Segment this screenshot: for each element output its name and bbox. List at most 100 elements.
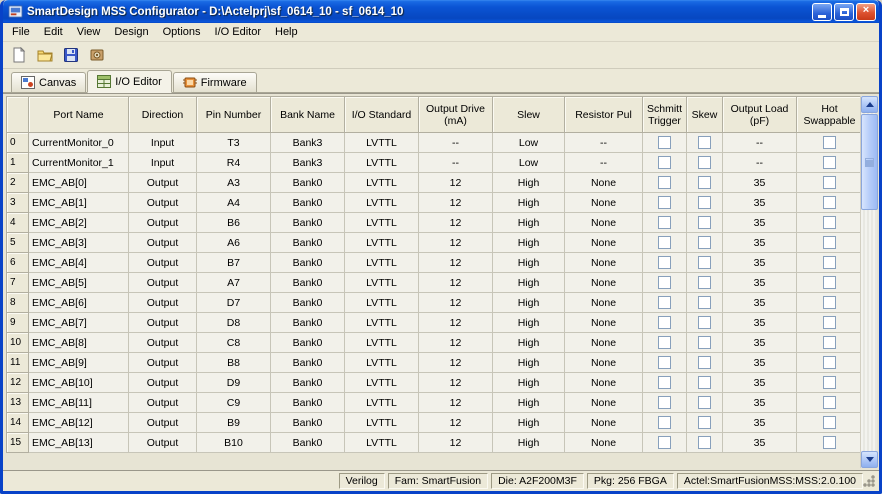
resize-grip[interactable] (863, 475, 875, 487)
cell-resistor[interactable]: None (564, 232, 643, 253)
cell-port[interactable]: EMC_AB[8] (28, 332, 129, 353)
menu-design[interactable]: Design (107, 24, 155, 40)
hot-checkbox[interactable] (823, 296, 836, 309)
cell-bank[interactable]: Bank0 (270, 352, 345, 373)
cell-skew[interactable] (686, 372, 723, 393)
vertical-scrollbar[interactable] (860, 96, 878, 468)
menu-view[interactable]: View (70, 24, 108, 40)
cell-standard[interactable]: LVTTL (344, 252, 419, 273)
cell-bank[interactable]: Bank3 (270, 132, 345, 153)
cell-hot[interactable] (796, 132, 863, 153)
hot-checkbox[interactable] (823, 356, 836, 369)
cell-drive[interactable]: 12 (418, 332, 493, 353)
row-index-cell[interactable]: 11 (6, 352, 29, 373)
schmitt-checkbox[interactable] (658, 176, 671, 189)
schmitt-checkbox[interactable] (658, 156, 671, 169)
cell-direction[interactable]: Output (128, 432, 197, 453)
schmitt-checkbox[interactable] (658, 256, 671, 269)
cell-standard[interactable]: LVTTL (344, 432, 419, 453)
cell-resistor[interactable]: None (564, 392, 643, 413)
skew-checkbox[interactable] (698, 416, 711, 429)
cell-pin[interactable]: D9 (196, 372, 271, 393)
cell-schmitt[interactable] (642, 392, 687, 413)
cell-standard[interactable]: LVTTL (344, 212, 419, 233)
cell-standard[interactable]: LVTTL (344, 272, 419, 293)
skew-checkbox[interactable] (698, 356, 711, 369)
menu-edit[interactable]: Edit (37, 24, 70, 40)
scroll-down-button[interactable] (861, 451, 878, 468)
cell-standard[interactable]: LVTTL (344, 172, 419, 193)
hot-checkbox[interactable] (823, 376, 836, 389)
cell-standard[interactable]: LVTTL (344, 292, 419, 313)
open-button[interactable] (33, 44, 57, 67)
cell-skew[interactable] (686, 392, 723, 413)
hot-checkbox[interactable] (823, 136, 836, 149)
skew-checkbox[interactable] (698, 196, 711, 209)
cell-skew[interactable] (686, 352, 723, 373)
cell-resistor[interactable]: None (564, 252, 643, 273)
cell-slew[interactable]: High (492, 332, 565, 353)
cell-standard[interactable]: LVTTL (344, 412, 419, 433)
hot-checkbox[interactable] (823, 336, 836, 349)
row-index-cell[interactable]: 3 (6, 192, 29, 213)
skew-checkbox[interactable] (698, 376, 711, 389)
tab-io-editor[interactable]: I/O Editor (87, 70, 172, 93)
titlebar[interactable]: SmartDesign MSS Configurator - D:\Actelp… (3, 0, 879, 23)
cell-slew[interactable]: Low (492, 132, 565, 153)
cell-skew[interactable] (686, 312, 723, 333)
cell-load[interactable]: 35 (722, 432, 797, 453)
cell-bank[interactable]: Bank0 (270, 332, 345, 353)
cell-direction[interactable]: Output (128, 252, 197, 273)
cell-slew[interactable]: High (492, 432, 565, 453)
close-button[interactable]: × (856, 2, 876, 21)
cell-drive[interactable]: 12 (418, 392, 493, 413)
cell-standard[interactable]: LVTTL (344, 352, 419, 373)
cell-hot[interactable] (796, 192, 863, 213)
cell-port[interactable]: EMC_AB[3] (28, 232, 129, 253)
cell-port[interactable]: EMC_AB[4] (28, 252, 129, 273)
cell-slew[interactable]: High (492, 372, 565, 393)
cell-standard[interactable]: LVTTL (344, 332, 419, 353)
cell-resistor[interactable]: None (564, 412, 643, 433)
cell-direction[interactable]: Output (128, 372, 197, 393)
schmitt-checkbox[interactable] (658, 236, 671, 249)
cell-schmitt[interactable] (642, 192, 687, 213)
menu-help[interactable]: Help (268, 24, 305, 40)
cell-load[interactable]: 35 (722, 372, 797, 393)
hot-checkbox[interactable] (823, 436, 836, 449)
cell-skew[interactable] (686, 132, 723, 153)
cell-resistor[interactable]: None (564, 212, 643, 233)
menu-io-editor[interactable]: I/O Editor (208, 24, 268, 40)
new-button[interactable] (7, 44, 31, 67)
cell-drive[interactable]: 12 (418, 192, 493, 213)
scrollbar-thumb[interactable] (861, 114, 878, 210)
skew-checkbox[interactable] (698, 136, 711, 149)
hot-checkbox[interactable] (823, 396, 836, 409)
cell-hot[interactable] (796, 352, 863, 373)
cell-skew[interactable] (686, 412, 723, 433)
cell-standard[interactable]: LVTTL (344, 152, 419, 173)
cell-bank[interactable]: Bank0 (270, 412, 345, 433)
cell-hot[interactable] (796, 212, 863, 233)
row-index-cell[interactable]: 8 (6, 292, 29, 313)
hot-checkbox[interactable] (823, 216, 836, 229)
cell-bank[interactable]: Bank0 (270, 172, 345, 193)
cell-resistor[interactable]: None (564, 292, 643, 313)
cell-hot[interactable] (796, 232, 863, 253)
skew-checkbox[interactable] (698, 436, 711, 449)
cell-standard[interactable]: LVTTL (344, 312, 419, 333)
cell-direction[interactable]: Output (128, 332, 197, 353)
cell-schmitt[interactable] (642, 172, 687, 193)
cell-schmitt[interactable] (642, 272, 687, 293)
cell-load[interactable]: 35 (722, 412, 797, 433)
cell-resistor[interactable]: None (564, 172, 643, 193)
cell-slew[interactable]: High (492, 392, 565, 413)
row-index-cell[interactable]: 6 (6, 252, 29, 273)
cell-port[interactable]: EMC_AB[2] (28, 212, 129, 233)
cell-direction[interactable]: Output (128, 352, 197, 373)
skew-checkbox[interactable] (698, 396, 711, 409)
schmitt-checkbox[interactable] (658, 276, 671, 289)
cell-pin[interactable]: D7 (196, 292, 271, 313)
skew-checkbox[interactable] (698, 336, 711, 349)
cell-pin[interactable]: A6 (196, 232, 271, 253)
